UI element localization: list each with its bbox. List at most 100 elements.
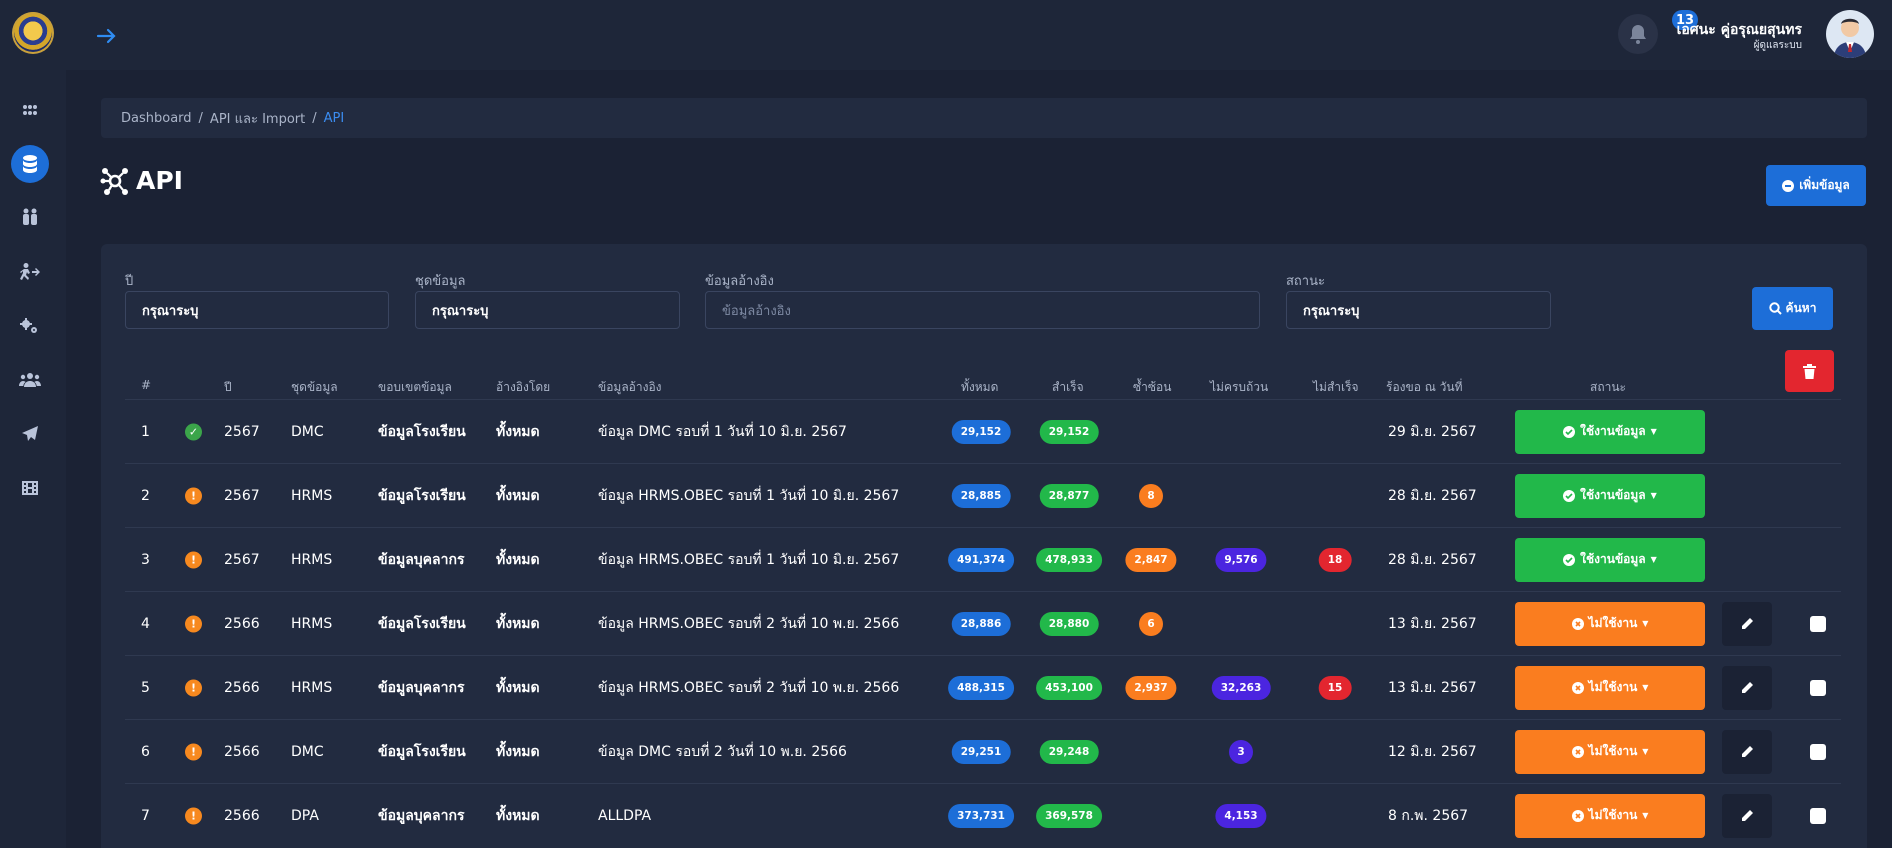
- grid-icon: [23, 105, 37, 115]
- exclamation-circle-icon: !: [185, 679, 202, 696]
- sidebar-item-media[interactable]: [0, 468, 60, 508]
- row-reference-by: ทั้งหมด: [496, 487, 540, 504]
- status-label: ใช้งานข้อมูล: [1580, 488, 1646, 502]
- sidebar-item-settings[interactable]: [0, 306, 60, 346]
- status-dropdown-button[interactable]: ไม่ใช้งาน ▼: [1515, 601, 1705, 646]
- sidebar-item-send[interactable]: [0, 414, 60, 454]
- status-dropdown-button[interactable]: ใช้งานข้อมูล ▼: [1515, 473, 1705, 518]
- page-title: API: [100, 166, 183, 195]
- sidebar-item-database[interactable]: [0, 144, 60, 184]
- topbar: 13 เอศนะ คู่อรุณยสุนทร ผู้ดูแลระบบ: [66, 0, 1892, 70]
- col-reference-by: อ้างอิงโดย: [496, 380, 551, 394]
- row-reference: ข้อมูล DMC รอบที่ 1 วันที่ 10 มิ.ย. 2567: [598, 423, 847, 440]
- row-checkbox[interactable]: [1810, 743, 1826, 760]
- row-checkbox[interactable]: [1810, 807, 1826, 824]
- table-row: 7! 2566 DPA ข้อมูลบุคลากร ทั้งหมด ALLDPA 373,7…: [125, 783, 1841, 847]
- duplicate-badge: 8: [1139, 483, 1163, 508]
- pencil-icon: [1741, 810, 1753, 821]
- breadcrumb-api-import[interactable]: API และ Import: [210, 108, 305, 129]
- caret-down-icon: ▼: [1642, 811, 1649, 820]
- row-scope: ข้อมูลบุคลากร: [378, 807, 465, 824]
- sidebar-item-users[interactable]: [0, 360, 60, 400]
- filter-status-select[interactable]: กรุณาระบุ: [1286, 291, 1551, 329]
- edit-button[interactable]: [1722, 729, 1772, 774]
- success-badge: 28,880: [1039, 611, 1099, 636]
- row-scope: ข้อมูลโรงเรียน: [378, 423, 466, 440]
- status-dropdown-button[interactable]: ใช้งานข้อมูล ▼: [1515, 409, 1705, 454]
- col-failed: ไม่สำเร็จ: [1313, 380, 1359, 394]
- row-request-date: 12 มิ.ย. 2567: [1388, 743, 1477, 760]
- incomplete-badge: 3: [1229, 739, 1253, 764]
- row-index: 1: [141, 423, 150, 440]
- row-year: 2566: [224, 679, 260, 696]
- total-badge: 488,315: [948, 675, 1014, 700]
- row-checkbox[interactable]: [1810, 615, 1826, 632]
- check-circle-icon: ✓: [185, 423, 202, 440]
- filter-dataset-select[interactable]: กรุณาระบุ: [415, 291, 680, 329]
- filter-status-label: สถานะ: [1286, 274, 1325, 289]
- row-scope: ข้อมูลโรงเรียน: [378, 743, 466, 760]
- filter-reference-input[interactable]: ข้อมูลอ้างอิง: [705, 291, 1260, 329]
- add-data-button[interactable]: เพิ่มข้อมูล: [1766, 165, 1866, 206]
- row-scope: ข้อมูลโรงเรียน: [378, 487, 466, 504]
- row-scope: ข้อมูลโรงเรียน: [378, 615, 466, 632]
- people-icon: [23, 208, 37, 225]
- avatar[interactable]: [1826, 10, 1874, 58]
- film-icon: [22, 481, 38, 495]
- status-dropdown-button[interactable]: ไม่ใช้งาน ▼: [1515, 665, 1705, 710]
- filter-year-label: ปี: [125, 274, 134, 289]
- status-label: ใช้งานข้อมูล: [1580, 424, 1646, 438]
- row-year: 2566: [224, 807, 260, 824]
- incomplete-badge: 32,263: [1211, 675, 1271, 700]
- row-request-date: 13 มิ.ย. 2567: [1388, 615, 1477, 632]
- edit-button[interactable]: [1722, 665, 1772, 710]
- caret-down-icon: ▼: [1642, 619, 1649, 628]
- status-dropdown-button[interactable]: ไม่ใช้งาน ▼: [1515, 793, 1705, 838]
- person-walking-arrow-icon: [20, 263, 40, 280]
- sidebar-item-transfer[interactable]: [0, 252, 60, 292]
- success-badge: 453,100: [1036, 675, 1102, 700]
- edit-button[interactable]: [1722, 601, 1772, 646]
- notification-button[interactable]: [1618, 14, 1658, 54]
- col-total: ทั้งหมด: [961, 380, 999, 394]
- col-scope: ขอบเขตข้อมูล: [378, 380, 452, 394]
- status-label: ไม่ใช้งาน: [1588, 680, 1638, 694]
- row-index: 4: [141, 615, 150, 632]
- table-row: 3! 2567 HRMS ข้อมูลบุคลากร ทั้งหมด ข้อมูล HRM…: [125, 527, 1841, 591]
- caret-down-icon: ▼: [1650, 555, 1657, 564]
- sidebar-item-dashboard[interactable]: [0, 90, 60, 130]
- filter-year-select[interactable]: กรุณาระบุ: [125, 291, 389, 329]
- total-badge: 28,885: [951, 483, 1011, 508]
- breadcrumb-dashboard[interactable]: Dashboard: [121, 111, 192, 126]
- delete-button[interactable]: [1785, 350, 1834, 392]
- add-data-label: เพิ่มข้อมูล: [1799, 178, 1850, 192]
- row-checkbox[interactable]: [1810, 679, 1826, 696]
- exclamation-circle-icon: !: [185, 615, 202, 632]
- pencil-icon: [1741, 618, 1753, 629]
- organization-logo[interactable]: [12, 12, 54, 54]
- arrow-right-icon[interactable]: [94, 23, 120, 49]
- filter-dataset-label: ชุดข้อมูล: [415, 274, 466, 289]
- search-button[interactable]: ค้นหา: [1752, 287, 1833, 330]
- col-incomplete: ไม่ครบถ้วน: [1210, 380, 1269, 394]
- row-reference-by: ทั้งหมด: [496, 743, 540, 760]
- status-dropdown-button[interactable]: ใช้งานข้อมูล ▼: [1515, 537, 1705, 582]
- sidebar-item-persons[interactable]: [0, 197, 60, 237]
- row-index: 5: [141, 679, 150, 696]
- row-reference-by: ทั้งหมด: [496, 807, 540, 824]
- pencil-icon: [1741, 682, 1753, 693]
- col-duplicate: ซ้ำซ้อน: [1133, 380, 1172, 394]
- row-reference: ข้อมูล HRMS.OBEC รอบที่ 2 วันที่ 10 พ.ย.…: [598, 615, 900, 632]
- status-dropdown-button[interactable]: ไม่ใช้งาน ▼: [1515, 729, 1705, 774]
- exclamation-circle-icon: !: [185, 551, 202, 568]
- success-badge: 478,933: [1036, 547, 1102, 572]
- exclamation-circle-icon: !: [185, 743, 202, 760]
- status-label: ไม่ใช้งาน: [1588, 616, 1638, 630]
- table-row: 5! 2566 HRMS ข้อมูลบุคลากร ทั้งหมด ข้อมูล HRM…: [125, 655, 1841, 719]
- edit-button[interactable]: [1722, 793, 1772, 838]
- breadcrumb: Dashboard / API และ Import / API: [101, 98, 1867, 138]
- minus-circle-icon: [1782, 179, 1795, 192]
- caret-down-icon: ▼: [1642, 747, 1649, 756]
- success-badge: 28,877: [1039, 483, 1099, 508]
- row-year: 2566: [224, 743, 260, 760]
